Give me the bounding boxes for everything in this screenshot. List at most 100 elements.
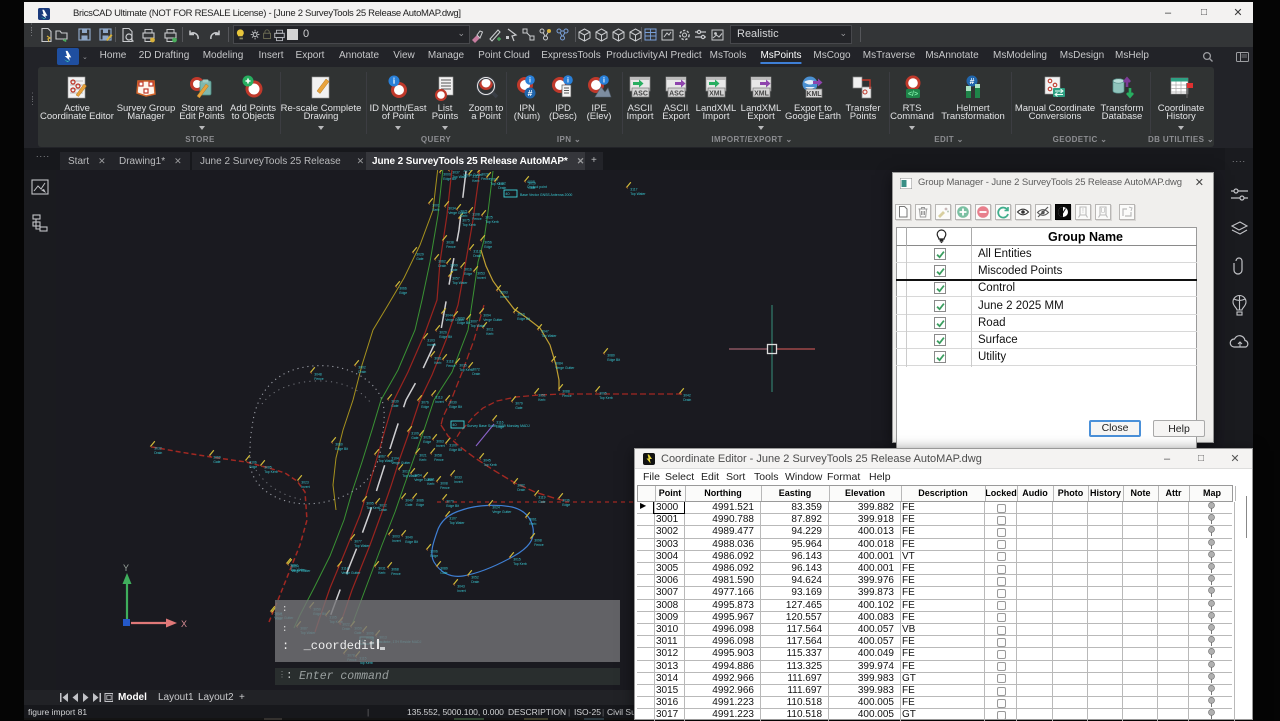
svg-text:3029: 3029 [416, 252, 424, 256]
svg-text:Edge Bit: Edge Bit [517, 317, 530, 321]
svg-text:3016: 3016 [464, 267, 472, 271]
svg-text:3012: 3012 [379, 503, 387, 507]
svg-text:3070: 3070 [446, 499, 454, 503]
svg-text:Edge: Edge [464, 272, 472, 276]
svg-text:Edge Bit: Edge Bit [449, 448, 462, 452]
svg-text:Fence: Fence [391, 572, 401, 576]
svg-text:3109: 3109 [411, 431, 419, 435]
svg-text:Edge: Edge [430, 554, 438, 558]
svg-text:Verge Gutter: Verge Gutter [555, 366, 575, 370]
svg-text:3037: 3037 [452, 170, 460, 174]
svg-text:Gate: Gate [450, 268, 457, 272]
svg-text:3081: 3081 [434, 356, 442, 360]
svg-text:Kerb: Kerb [419, 458, 426, 462]
svg-text:3032: 3032 [154, 446, 162, 450]
svg-text:Fence: Fence [562, 394, 572, 398]
svg-text:Fence: Fence [446, 364, 456, 368]
svg-text:3038: 3038 [446, 240, 454, 244]
svg-text:Edge Bit: Edge Bit [439, 335, 452, 339]
svg-text:Gate: Gate [411, 436, 418, 440]
svg-text:Kerb: Kerb [434, 361, 441, 365]
svg-text:Drain: Drain [154, 451, 162, 455]
svg-text:i: i [603, 77, 605, 84]
svg-text:Top Water: Top Water [452, 281, 468, 285]
svg-text:3111: 3111 [472, 174, 479, 178]
svg-text:3071: 3071 [460, 209, 468, 213]
svg-text:3077: 3077 [354, 539, 362, 543]
svg-text:3035: 3035 [459, 363, 467, 367]
svg-text:3026: 3026 [423, 435, 431, 439]
svg-text:Gate: Gate [515, 406, 522, 410]
svg-text:3067: 3067 [378, 454, 386, 458]
svg-text:3011: 3011 [486, 327, 493, 331]
svg-text:Top Kerb: Top Kerb [485, 220, 499, 224]
svg-text:3104: 3104 [391, 456, 399, 460]
svg-text:Invert: Invert [301, 485, 310, 489]
svg-text:Survey Base South 4059 Monday: Survey Base South 4059 Monday MADJ [467, 424, 530, 428]
svg-text:3024: 3024 [492, 505, 500, 509]
svg-text:3117: 3117 [630, 187, 637, 191]
svg-text:Edge Bit: Edge Bit [446, 504, 459, 508]
svg-text:Kerb: Kerb [460, 214, 467, 218]
svg-text:Top Water: Top Water [354, 544, 370, 548]
svg-text:3015: 3015 [513, 557, 521, 561]
svg-text:Edge: Edge [399, 291, 407, 295]
svg-text:3068: 3068 [391, 567, 399, 571]
svg-text:3007: 3007 [470, 319, 478, 323]
svg-text:3085: 3085 [264, 465, 272, 469]
svg-text:ASC: ASC [669, 91, 684, 98]
svg-text:Top Water: Top Water [290, 568, 306, 572]
svg-text:Fence: Fence [314, 377, 324, 381]
svg-text:Fence: Fence [434, 458, 444, 462]
svg-text:Invert: Invert [477, 276, 486, 280]
svg-text:3054: 3054 [414, 473, 422, 477]
svg-text:Kerb: Kerb [378, 571, 385, 575]
svg-text:3023: 3023 [301, 480, 309, 484]
svg-text:X: X [181, 619, 187, 629]
svg-text:i: i [567, 77, 569, 84]
svg-text:Edge: Edge [562, 503, 570, 507]
svg-text:3103: 3103 [427, 338, 435, 342]
svg-text:3020: 3020 [439, 330, 447, 334]
svg-text:Drain: Drain [358, 370, 366, 374]
svg-text:3076: 3076 [421, 400, 429, 404]
svg-text:3086: 3086 [416, 498, 424, 502]
svg-text:Top Kerb: Top Kerb [483, 463, 497, 467]
svg-text:Drain: Drain [471, 580, 479, 584]
svg-text:Invert: Invert [427, 343, 436, 347]
svg-text:4008: 4008 [527, 180, 535, 184]
svg-text:3056: 3056 [484, 240, 492, 244]
svg-text:Edge Bit: Edge Bit [405, 540, 418, 544]
svg-text:3106: 3106 [249, 460, 257, 464]
svg-text:Top Water: Top Water [630, 192, 646, 196]
svg-text:Top Kerb: Top Kerb [264, 470, 278, 474]
svg-text:3036: 3036 [562, 498, 570, 502]
svg-text:Gate: Gate [391, 404, 398, 408]
svg-text:3051: 3051 [538, 393, 546, 397]
svg-text:40: 40 [452, 422, 457, 427]
svg-text:3119: 3119 [538, 495, 545, 499]
svg-text:</>: </> [908, 91, 918, 98]
svg-text:Gate: Gate [538, 500, 545, 504]
svg-text:3021: 3021 [419, 453, 427, 457]
svg-text:Invert: Invert [457, 589, 466, 593]
svg-text:3043: 3043 [457, 584, 465, 588]
svg-text:Verge Gutter: Verge Gutter [483, 318, 503, 322]
svg-text:3061: 3061 [529, 517, 537, 521]
svg-text:Drain: Drain [683, 398, 691, 402]
svg-text:3062: 3062 [438, 259, 446, 263]
svg-text:Drain: Drain [517, 488, 525, 492]
svg-text:Verge Gutter: Verge Gutter [445, 318, 465, 322]
svg-text:3003: 3003 [392, 534, 400, 538]
svg-text:3114: 3114 [341, 566, 348, 570]
svg-text:Drain: Drain [498, 186, 506, 190]
svg-text:3042: 3042 [683, 393, 691, 397]
svg-text:3108: 3108 [472, 212, 480, 216]
svg-text:Drain: Drain [379, 508, 387, 512]
svg-text:3099: 3099 [450, 263, 458, 267]
svg-text:3040: 3040 [405, 535, 413, 539]
svg-text:Verge Gutter: Verge Gutter [492, 510, 512, 514]
svg-text:XML: XML [754, 91, 770, 98]
svg-text:3095: 3095 [366, 501, 374, 505]
svg-text:3107: 3107 [449, 516, 457, 520]
